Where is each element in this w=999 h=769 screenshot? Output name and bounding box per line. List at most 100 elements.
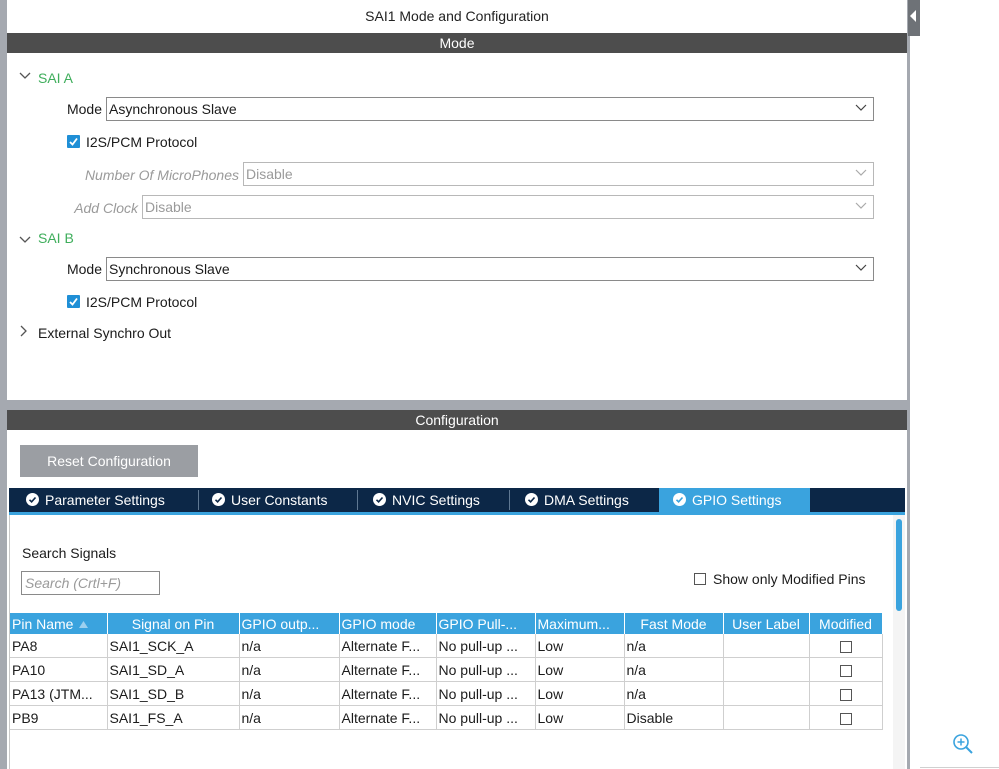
cell-pin-name: PA13 (JTM... [10,681,108,706]
check-circle-icon [673,493,686,507]
collapse-panel-handle[interactable] [908,0,920,36]
cell-pin-name: PA10 [10,657,108,682]
sai-a-mode-select[interactable]: Asynchronous Slave [106,97,874,121]
checkmark-icon [69,297,78,306]
tab-separator [509,490,510,510]
modified-checkbox[interactable] [839,664,852,677]
sai-a-label[interactable]: SAI A [38,68,73,88]
cell-pin-name: PB9 [10,705,108,730]
external-synchro-label[interactable]: External Synchro Out [38,323,171,343]
cell-gpio-pull: No pull-up ... [436,681,536,706]
table-header-row: Pin Name Signal on Pin GPIO outp... GPIO… [10,613,883,634]
chevron-down-icon [855,264,867,271]
sai-b-mode-label: Mode [66,261,102,277]
sai-a-protocol-checkbox[interactable] [67,135,80,148]
column-header-signal[interactable]: Signal on Pin [107,613,240,634]
cell-modified [809,634,883,658]
cell-modified [809,657,883,682]
zoom-in-icon[interactable] [952,733,974,755]
column-header-gpio-pull[interactable]: GPIO Pull-... [436,613,536,634]
modified-checkbox[interactable] [839,712,852,725]
column-header-fast-mode[interactable]: Fast Mode [624,613,724,634]
sai-a-chevron-down-icon[interactable] [19,70,31,82]
sai-a-microphones-select: Disable [243,162,874,186]
cell-gpio-output: n/a [239,657,340,682]
mode-section-header: Mode [7,33,907,53]
reset-configuration-button[interactable]: Reset Configuration [20,445,198,477]
search-signals-input[interactable] [21,571,160,595]
column-header-gpio-mode[interactable]: GPIO mode [339,613,437,634]
cell-fast-mode: Disable [624,705,724,730]
table-row[interactable]: PA8 SAI1_SCK_A n/a Alternate F... No pul… [10,634,883,658]
cell-modified [809,705,883,730]
chevron-down-icon [855,169,867,176]
sai-b-mode-value: Synchronous Slave [109,261,230,277]
modified-checkbox[interactable] [839,640,852,653]
tab-gpio-settings[interactable]: GPIO Settings [659,488,810,514]
show-modified-checkbox[interactable] [694,573,706,585]
configuration-section-header: Configuration [7,410,907,430]
tab-dma-settings[interactable]: DMA Settings [525,488,629,512]
cell-signal: SAI1_SCK_A [107,634,240,658]
window-title: SAI1 Mode and Configuration [365,8,549,24]
column-header-modified[interactable]: Modified [809,613,883,634]
table-row[interactable]: PA13 (JTM... SAI1_SD_B n/a Alternate F..… [10,681,883,706]
cell-signal: SAI1_SD_A [107,657,240,682]
vertical-scrollbar[interactable] [893,515,905,769]
cell-fast-mode: n/a [624,657,724,682]
checkmark-icon [69,137,78,146]
scrollbar-thumb[interactable] [896,519,902,611]
column-header-pin-name[interactable]: Pin Name [10,613,108,634]
tab-label: DMA Settings [544,492,629,508]
sai-b-chevron-down-icon[interactable] [19,234,31,246]
cell-fast-mode: n/a [624,681,724,706]
table-row[interactable]: PA10 SAI1_SD_A n/a Alternate F... No pul… [10,657,883,682]
sai-a-protocol-label: I2S/PCM Protocol [86,134,198,150]
column-header-gpio-output[interactable]: GPIO outp... [239,613,340,634]
check-circle-icon [26,493,39,507]
column-header-maximum[interactable]: Maximum... [535,613,625,634]
sai-b-protocol-label: I2S/PCM Protocol [86,294,198,310]
sai-a-add-clock-value: Disable [145,199,192,215]
sai-a-mode-value: Asynchronous Slave [109,101,237,117]
sai1-config-panel: SAI1 Mode and Configuration Mode SAI A M… [0,0,908,769]
cell-user-label [723,634,810,658]
gpio-pins-table: Pin Name Signal on Pin GPIO outp... GPIO… [10,613,883,730]
cell-gpio-mode: Alternate F... [339,705,437,730]
cell-user-label [723,657,810,682]
cell-user-label [723,681,810,706]
sai-a-add-clock-label: Add Clock [74,200,138,216]
cell-signal: SAI1_SD_B [107,681,240,706]
sai-b-protocol-checkbox[interactable] [67,295,80,308]
check-circle-icon [212,493,225,507]
sai-a-add-clock-select: Disable [142,195,874,219]
tab-user-constants[interactable]: User Constants [212,488,327,512]
frame-left-border [0,0,7,769]
table-row[interactable]: PB9 SAI1_FS_A n/a Alternate F... No pull… [10,705,883,730]
cell-gpio-mode: Alternate F... [339,657,437,682]
sai-b-mode-select[interactable]: Synchronous Slave [106,257,874,281]
tab-parameter-settings[interactable]: Parameter Settings [26,488,165,512]
cell-gpio-mode: Alternate F... [339,634,437,658]
cell-fast-mode: n/a [624,634,724,658]
cell-gpio-mode: Alternate F... [339,681,437,706]
cell-gpio-pull: No pull-up ... [436,705,536,730]
tab-separator [357,490,358,510]
cell-maximum: Low [535,634,625,658]
search-signals-label: Search Signals [22,545,117,561]
side-divider [920,767,999,768]
cell-maximum: Low [535,705,625,730]
cell-gpio-output: n/a [239,705,340,730]
external-synchro-chevron-right-icon[interactable] [18,325,30,337]
tab-separator [198,490,199,510]
check-circle-icon [373,493,386,507]
sai-b-label[interactable]: SAI B [38,228,74,248]
modified-checkbox[interactable] [839,688,852,701]
cell-modified [809,681,883,706]
tab-label: GPIO Settings [692,492,782,508]
column-header-user-label[interactable]: User Label [723,613,810,634]
chevron-down-icon [855,202,867,209]
tab-nvic-settings[interactable]: NVIC Settings [373,488,480,512]
show-modified-label: Show only Modified Pins [713,571,866,587]
sai-a-microphones-value: Disable [246,166,293,182]
